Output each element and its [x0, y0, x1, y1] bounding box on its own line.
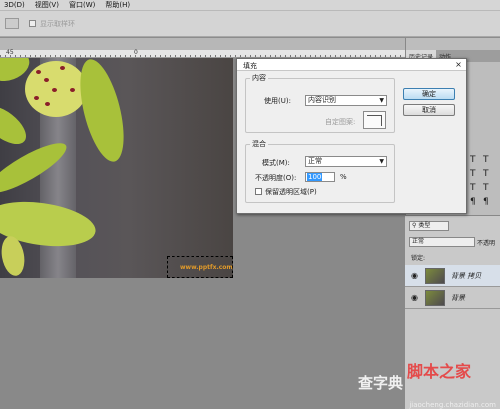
- mode-label: 模式(M):: [262, 159, 290, 167]
- fill-dialog: 填充 × 内容 使用(U): 内容识别 ▼ 自定图案: 混合 模式(M): 正常…: [236, 58, 467, 214]
- menu-help[interactable]: 帮助(H): [105, 0, 130, 10]
- opacity-unit: %: [340, 173, 347, 181]
- layer-name: 背景 拷贝: [451, 272, 482, 280]
- lock-label: 锁定:: [411, 255, 426, 262]
- text-tool-icon[interactable]: T: [483, 183, 489, 193]
- layer-name: 背景: [451, 294, 465, 302]
- menu-3d[interactable]: 3D(D): [4, 1, 25, 9]
- layer-thumbnail: [425, 268, 445, 284]
- layer-kind-filter[interactable]: ⚲ 类型: [409, 221, 449, 231]
- ruler-label: 45: [6, 49, 14, 56]
- text-tool-icon[interactable]: T: [470, 155, 476, 165]
- content-group-label: 内容: [252, 74, 266, 82]
- brand-watermark: 脚本之家: [407, 362, 472, 381]
- petal: [0, 98, 33, 152]
- custom-pattern-label: 自定图案:: [325, 118, 356, 126]
- visibility-eye-icon[interactable]: ◉: [411, 293, 418, 302]
- text-tool-icon[interactable]: T: [470, 183, 476, 193]
- image-watermark: www.pptfx.com: [180, 264, 233, 271]
- site-watermark: 查字典: [358, 374, 404, 392]
- show-sampling-ring-label: 显示取样环: [40, 20, 75, 28]
- options-bar: 显示取样环: [0, 11, 500, 37]
- character-panel-icons: T T T T T T ¶ ¶: [466, 153, 500, 223]
- opacity-label: 不透明度(O):: [255, 174, 297, 182]
- url-watermark: jiaocheng.chazidian.com: [409, 401, 496, 409]
- horizontal-ruler: [0, 50, 405, 58]
- chevron-down-icon: ▼: [379, 97, 384, 104]
- blend-mode-select[interactable]: 正常: [409, 237, 475, 247]
- preserve-transparency-label: 保留透明区域(P): [265, 188, 317, 196]
- ok-button[interactable]: 确定: [403, 88, 455, 100]
- mode-select[interactable]: 正常 ▼: [305, 156, 387, 167]
- document-tab-bar: [0, 38, 405, 50]
- menu-window[interactable]: 窗口(W): [69, 0, 95, 10]
- document-image[interactable]: [0, 58, 233, 278]
- opacity-label: 不透明: [477, 240, 496, 247]
- ruler-label: 0: [134, 49, 138, 56]
- text-tool-icon[interactable]: T: [470, 169, 476, 179]
- menu-bar: 3D(D) 视图(V) 窗口(W) 帮助(H): [0, 0, 500, 11]
- close-icon[interactable]: ×: [453, 60, 464, 70]
- cancel-button[interactable]: 取消: [403, 104, 455, 116]
- petal: [71, 58, 133, 166]
- use-select[interactable]: 内容识别 ▼: [305, 95, 387, 106]
- paragraph-icon[interactable]: ¶: [470, 197, 476, 207]
- chevron-down-icon: ▼: [379, 158, 384, 165]
- paragraph-icon[interactable]: ¶: [483, 197, 489, 207]
- dialog-title: 填充: [243, 62, 257, 70]
- opacity-input[interactable]: 100: [305, 172, 335, 182]
- use-label: 使用(U):: [264, 97, 291, 105]
- preserve-transparency-checkbox[interactable]: [255, 188, 262, 195]
- tool-preset-picker[interactable]: [5, 18, 19, 29]
- layer-row[interactable]: ◉ 背景: [405, 287, 500, 309]
- pattern-picker[interactable]: [363, 111, 386, 129]
- dialog-title-bar: 填充 ×: [237, 59, 466, 71]
- text-tool-icon[interactable]: T: [483, 169, 489, 179]
- text-tool-icon[interactable]: T: [483, 155, 489, 165]
- menu-view[interactable]: 视图(V): [35, 0, 59, 10]
- layer-row[interactable]: ◉ 背景 拷贝: [405, 265, 500, 287]
- blend-group-label: 混合: [252, 140, 266, 148]
- visibility-eye-icon[interactable]: ◉: [411, 271, 418, 280]
- show-sampling-ring-checkbox[interactable]: [29, 20, 36, 27]
- layer-thumbnail: [425, 290, 445, 306]
